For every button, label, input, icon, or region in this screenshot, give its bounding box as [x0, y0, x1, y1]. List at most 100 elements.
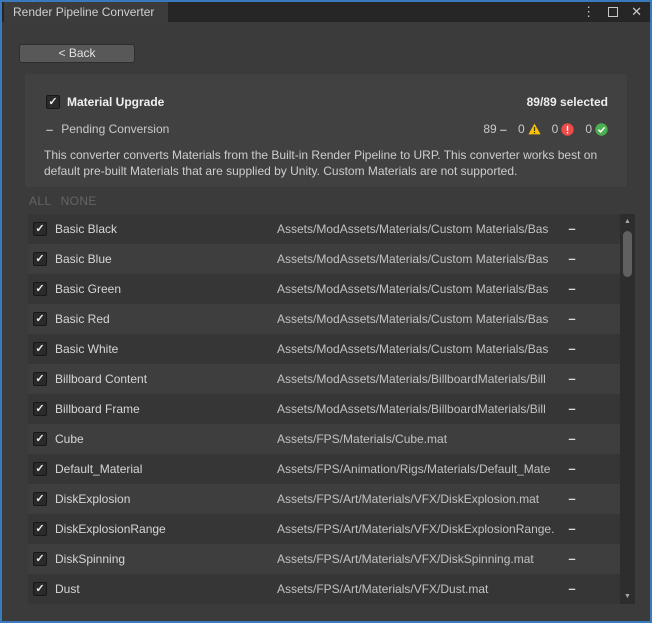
check-icon: ✓ — [35, 434, 44, 445]
material-path: Assets/ModAssets/Materials/Custom Materi… — [277, 252, 560, 266]
check-icon: ✓ — [35, 344, 44, 355]
material-path: Assets/ModAssets/Materials/Custom Materi… — [277, 342, 560, 356]
pending-dash-icon: – — [46, 123, 53, 136]
table-row[interactable]: ✓ Default_Material Assets/FPS/Animation/… — [28, 454, 620, 484]
row-checkbox[interactable]: ✓ — [33, 462, 47, 476]
material-path: Assets/FPS/Art/Materials/VFX/DiskSpinnin… — [277, 552, 560, 566]
converter-description: This converter converts Materials from t… — [44, 147, 614, 179]
status-counts: 89 – 0 0 — [483, 122, 608, 136]
converter-header: ✓ Material Upgrade 89/89 selected — [46, 94, 608, 110]
material-name: Dust — [55, 582, 80, 596]
row-checkbox[interactable]: ✓ — [33, 552, 47, 566]
row-checkbox[interactable]: ✓ — [33, 492, 47, 506]
row-checkbox[interactable]: ✓ — [33, 582, 47, 596]
vertical-scrollbar[interactable]: ▲ ▼ — [620, 214, 635, 604]
pending-dash-icon: – — [564, 281, 580, 296]
pending-label: Pending Conversion — [61, 122, 169, 136]
row-checkbox[interactable]: ✓ — [33, 372, 47, 386]
material-path: Assets/ModAssets/Materials/Custom Materi… — [277, 222, 560, 236]
converter-status-row: – Pending Conversion 89 – 0 — [46, 121, 608, 137]
check-icon: ✓ — [35, 464, 44, 475]
check-icon: ✓ — [35, 254, 44, 265]
table-row[interactable]: ✓ Basic Black Assets/ModAssets/Materials… — [28, 214, 620, 244]
pending-dash-icon: – — [564, 521, 580, 536]
row-checkbox[interactable]: ✓ — [33, 312, 47, 326]
pending-dash-icon: – — [564, 371, 580, 386]
material-name: Basic White — [55, 342, 118, 356]
selected-count: 89/89 selected — [527, 95, 608, 109]
material-name: Basic Red — [55, 312, 110, 326]
back-button[interactable]: < Back — [19, 44, 135, 63]
maximize-icon[interactable] — [608, 7, 618, 17]
check-icon: ✓ — [35, 404, 44, 415]
material-name: DiskExplosion — [55, 492, 130, 506]
warning-count: 0 — [518, 122, 525, 136]
table-row[interactable]: ✓ Basic Blue Assets/ModAssets/Materials/… — [28, 244, 620, 274]
material-name: DiskExplosionRange — [55, 522, 166, 536]
table-row[interactable]: ✓ Billboard Frame Assets/ModAssets/Mater… — [28, 394, 620, 424]
material-path: Assets/ModAssets/Materials/BillboardMate… — [277, 372, 560, 386]
check-icon: ✓ — [48, 97, 57, 108]
material-name: Billboard Frame — [55, 402, 140, 416]
warning-icon — [528, 123, 541, 135]
table-row[interactable]: ✓ Dust Assets/FPS/Art/Materials/VFX/Dust… — [28, 574, 620, 604]
row-checkbox[interactable]: ✓ — [33, 282, 47, 296]
pending-count-group: 89 – — [483, 122, 507, 136]
select-all-button[interactable]: ALL — [29, 194, 52, 208]
scroll-up-icon[interactable]: ▲ — [620, 215, 635, 228]
pending-dash-icon: – — [564, 431, 580, 446]
check-icon: ✓ — [35, 494, 44, 505]
table-row[interactable]: ✓ Billboard Content Assets/ModAssets/Mat… — [28, 364, 620, 394]
table-row[interactable]: ✓ Basic Green Assets/ModAssets/Materials… — [28, 274, 620, 304]
pending-dash-icon: – — [564, 551, 580, 566]
check-icon: ✓ — [35, 284, 44, 295]
selection-controls: ALL NONE — [29, 194, 97, 208]
window-controls: ⋮ ✕ — [582, 2, 642, 22]
pending-dash-icon: – — [564, 581, 580, 596]
table-row[interactable]: ✓ DiskExplosion Assets/FPS/Art/Materials… — [28, 484, 620, 514]
table-row[interactable]: ✓ Cube Assets/FPS/Materials/Cube.mat – — [28, 424, 620, 454]
table-row[interactable]: ✓ Basic White Assets/ModAssets/Materials… — [28, 334, 620, 364]
table-row[interactable]: ✓ DiskExplosionRange Assets/FPS/Art/Mate… — [28, 514, 620, 544]
material-path: Assets/ModAssets/Materials/Custom Materi… — [277, 282, 560, 296]
check-icon: ✓ — [35, 524, 44, 535]
select-none-button[interactable]: NONE — [61, 194, 97, 208]
scrollbar-thumb[interactable] — [623, 231, 632, 277]
table-row[interactable]: ✓ Basic Red Assets/ModAssets/Materials/C… — [28, 304, 620, 334]
table-row[interactable]: ✓ DiskSpinning Assets/FPS/Art/Materials/… — [28, 544, 620, 574]
material-name: Cube — [55, 432, 84, 446]
material-path: Assets/FPS/Animation/Rigs/Materials/Defa… — [277, 462, 560, 476]
material-path: Assets/ModAssets/Materials/BillboardMate… — [277, 402, 560, 416]
close-icon[interactable]: ✕ — [631, 2, 642, 22]
converter-checkbox[interactable]: ✓ — [46, 95, 60, 109]
pending-dash-icon: – — [564, 341, 580, 356]
scroll-down-icon[interactable]: ▼ — [620, 590, 635, 603]
converter-info-box: ✓ Material Upgrade 89/89 selected – Pend… — [25, 74, 627, 187]
check-icon: ✓ — [35, 584, 44, 595]
render-pipeline-converter-window: Render Pipeline Converter ⋮ ✕ < Back ✓ M… — [0, 0, 652, 623]
error-count: 0 — [552, 122, 559, 136]
row-checkbox[interactable]: ✓ — [33, 402, 47, 416]
kebab-menu-icon[interactable]: ⋮ — [582, 2, 595, 22]
row-checkbox[interactable]: ✓ — [33, 342, 47, 356]
titlebar: Render Pipeline Converter ⋮ ✕ — [2, 2, 650, 22]
pending-dash-icon: – — [564, 251, 580, 266]
row-checkbox[interactable]: ✓ — [33, 522, 47, 536]
pending-dash-icon: – — [564, 491, 580, 506]
row-checkbox[interactable]: ✓ — [33, 252, 47, 266]
check-icon: ✓ — [35, 554, 44, 565]
materials-list: ✓ Basic Black Assets/ModAssets/Materials… — [28, 214, 620, 604]
success-count: 0 — [585, 122, 592, 136]
check-icon: ✓ — [35, 374, 44, 385]
material-name: Default_Material — [55, 462, 142, 476]
window-title: Render Pipeline Converter — [13, 5, 154, 19]
row-checkbox[interactable]: ✓ — [33, 222, 47, 236]
material-name: Basic Green — [55, 282, 121, 296]
error-count-group: 0 — [552, 122, 575, 136]
tab-render-pipeline-converter[interactable]: Render Pipeline Converter — [4, 2, 168, 22]
pending-count: 89 — [483, 122, 496, 136]
error-icon — [561, 123, 574, 136]
material-name: Basic Blue — [55, 252, 112, 266]
pending-dash-icon: – — [500, 123, 507, 136]
row-checkbox[interactable]: ✓ — [33, 432, 47, 446]
